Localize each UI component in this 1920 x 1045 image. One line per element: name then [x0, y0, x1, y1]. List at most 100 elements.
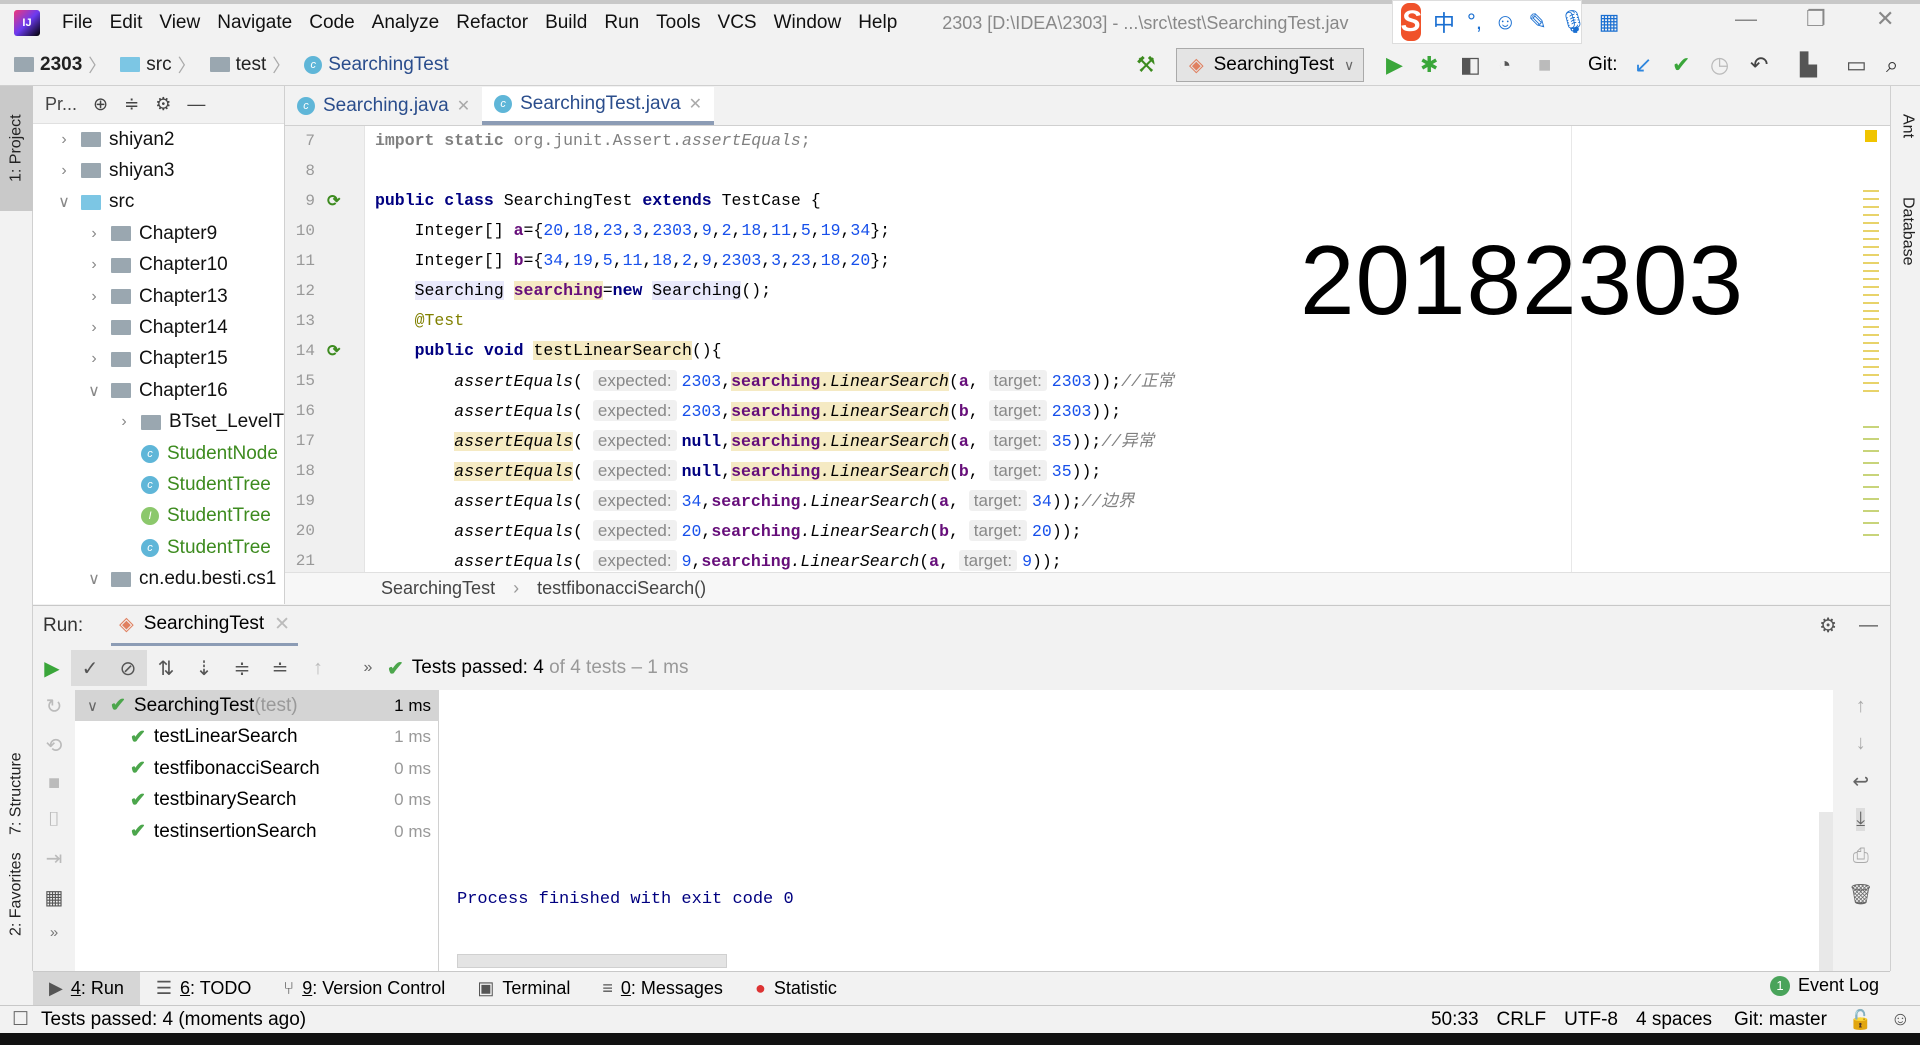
camera-icon[interactable]: ⌷	[48, 809, 60, 832]
layout-icon[interactable]: ▦	[45, 885, 64, 910]
build-hammer-icon[interactable]: ⚒	[1136, 52, 1156, 78]
caret-position[interactable]: 50:33	[1431, 1009, 1479, 1031]
lock-icon[interactable]: 🔓	[1849, 1008, 1873, 1032]
menu-run[interactable]: Run	[604, 12, 639, 34]
crumb-project[interactable]: 2303	[14, 54, 82, 76]
locate-icon[interactable]: ⊕	[93, 94, 108, 115]
chevron-right-icon[interactable]: ›	[85, 256, 103, 274]
test-row[interactable]: ∨ ✔ SearchingTest (test) 1 ms	[75, 690, 439, 721]
tree-item[interactable]: I StudentTree	[115, 501, 271, 532]
close-tab-icon[interactable]: ✕	[274, 613, 290, 636]
rerun-icon[interactable]: ▶	[33, 650, 71, 686]
close-tab-icon[interactable]: ✕	[457, 96, 470, 116]
crumb-src[interactable]: src	[120, 54, 172, 76]
tab-project[interactable]: 1: Project	[0, 86, 33, 211]
tree-item[interactable]: › Chapter10	[85, 250, 227, 281]
toggle-auto-test-icon[interactable]: ⟲	[46, 733, 63, 758]
menu-build[interactable]: Build	[545, 12, 587, 34]
soft-wrap-icon[interactable]: ↩	[1852, 769, 1869, 794]
run-test-gutter-icon[interactable]: ⟳	[327, 341, 340, 361]
chevron-right-icon[interactable]: ›	[85, 288, 103, 306]
breadcrumb-method[interactable]: testfibonacciSearch()	[537, 578, 706, 599]
import-icon[interactable]: ⇥	[46, 846, 63, 871]
emoji-icon[interactable]: ☺	[1494, 9, 1516, 35]
collapse-all-icon[interactable]: ≑	[124, 94, 139, 115]
history-icon[interactable]: ↻	[46, 694, 63, 719]
close-tab-icon[interactable]: ✕	[689, 94, 702, 114]
git-update-icon[interactable]: ↙	[1634, 52, 1652, 78]
menu-file[interactable]: File	[62, 12, 93, 34]
tree-item[interactable]: › shiyan3	[55, 155, 174, 186]
git-branch[interactable]: Git: master	[1734, 1009, 1827, 1031]
bottom-tab[interactable]: ● Statistic	[739, 972, 853, 1006]
indent-setting[interactable]: 4 spaces	[1636, 1009, 1712, 1031]
chevron-right-icon[interactable]: ›	[115, 413, 133, 431]
ime-punct[interactable]: °,	[1467, 9, 1482, 35]
hide-icon[interactable]: —	[1859, 615, 1878, 637]
more-icon[interactable]: »	[349, 650, 387, 686]
project-structure-icon[interactable]: ▙	[1800, 52, 1817, 78]
test-row[interactable]: ✔ testLinearSearch 1 ms	[75, 722, 439, 753]
menu-code[interactable]: Code	[309, 12, 354, 34]
expand-all-icon[interactable]: ≑	[223, 650, 261, 686]
tree-item[interactable]: ∨ src	[55, 187, 134, 218]
ime-mode[interactable]: 中	[1433, 6, 1455, 38]
rollback-icon[interactable]: ↶	[1750, 52, 1768, 78]
chevron-down-icon[interactable]: ∨	[85, 569, 103, 589]
tab-ant[interactable]: Ant	[1891, 96, 1920, 156]
console-output[interactable]: Process finished with exit code 0	[439, 690, 1833, 971]
search-icon[interactable]: ⌕	[1886, 52, 1898, 78]
test-row[interactable]: ✔ testbinarySearch 0 ms	[75, 785, 439, 816]
menu-vcs[interactable]: VCS	[718, 12, 757, 34]
bottom-tab[interactable]: ⑂ 9: Version Control	[267, 972, 461, 1006]
show-passed-icon[interactable]: ✓	[71, 650, 109, 686]
tab-searchingtest-java[interactable]: c SearchingTest.java ✕	[482, 87, 715, 125]
history-icon[interactable]: ◷	[1710, 52, 1729, 78]
chevron-right-icon[interactable]: ›	[85, 225, 103, 243]
more-icon[interactable]: »	[50, 924, 58, 941]
chevron-right-icon[interactable]: ›	[85, 319, 103, 337]
scroll-to-end-icon[interactable]: ⤓	[1856, 808, 1866, 831]
tree-item[interactable]: c StudentTree	[115, 532, 271, 563]
run-test-gutter-icon[interactable]: ⟳	[327, 191, 340, 211]
menu-navigate[interactable]: Navigate	[217, 12, 292, 34]
tree-item[interactable]: ∨ cn.edu.besti.cs1	[85, 564, 276, 595]
menu-window[interactable]: Window	[774, 12, 842, 34]
tab-database[interactable]: Database	[1891, 176, 1920, 286]
tree-item[interactable]: › Chapter14	[85, 312, 227, 343]
print-icon[interactable]: ⎙	[1853, 845, 1869, 868]
chevron-down-icon[interactable]: ∨	[87, 697, 98, 715]
bottom-tab[interactable]: ≡ 0: Messages	[586, 972, 739, 1006]
tree-item[interactable]: ∨ Chapter16	[85, 375, 228, 406]
run-icon[interactable]: ▶	[1386, 52, 1403, 78]
tree-item[interactable]: › Chapter15	[85, 344, 227, 375]
tree-item[interactable]: › shiyan2	[55, 124, 174, 155]
menu-refactor[interactable]: Refactor	[456, 12, 528, 34]
coverage-icon[interactable]: ◧	[1460, 52, 1481, 78]
trash-icon[interactable]: 🗑	[1848, 882, 1873, 907]
menu-help[interactable]: Help	[858, 12, 897, 34]
console-vscrollbar[interactable]	[1819, 812, 1833, 971]
collapse-all-icon[interactable]: ≐	[261, 650, 299, 686]
project-view-select[interactable]: Pr...	[45, 94, 77, 115]
code-editor[interactable]: 7 8 9 ⟳ 10 11 12 13 14 ⟳ 15 16 17 18 19 20 21 import sta…	[285, 126, 1890, 572]
status-message[interactable]: Tests passed: 4 (moments ago)	[41, 1009, 306, 1031]
close-button[interactable]: ✕	[1876, 6, 1894, 32]
tab-searching-java[interactable]: c Searching.java ✕	[285, 87, 482, 125]
restore-button[interactable]: ❐	[1806, 6, 1826, 32]
chevron-down-icon[interactable]: ∨	[55, 192, 73, 212]
crumb-file[interactable]: c SearchingTest	[304, 54, 449, 76]
tree-item[interactable]: c StudentTree	[115, 469, 271, 500]
grid-icon[interactable]: ▦	[1599, 9, 1620, 35]
bottom-tab[interactable]: ▣ Terminal	[461, 972, 586, 1006]
hide-icon[interactable]: —	[187, 94, 205, 115]
mic-icon[interactable]: 🎙	[1559, 9, 1587, 35]
tree-item[interactable]: › Chapter13	[85, 281, 227, 312]
arrow-down-icon[interactable]: ↓	[1856, 732, 1866, 755]
run-config-select[interactable]: ◈ SearchingTest ∨	[1176, 48, 1364, 82]
event-log-button[interactable]: 1 Event Log	[1770, 975, 1879, 996]
bottom-tab[interactable]: ▶ 4: Run	[33, 971, 140, 1006]
console-hscrollbar[interactable]	[457, 954, 727, 968]
menu-view[interactable]: View	[159, 12, 200, 34]
arrow-up-icon[interactable]: ↑	[1856, 695, 1866, 718]
